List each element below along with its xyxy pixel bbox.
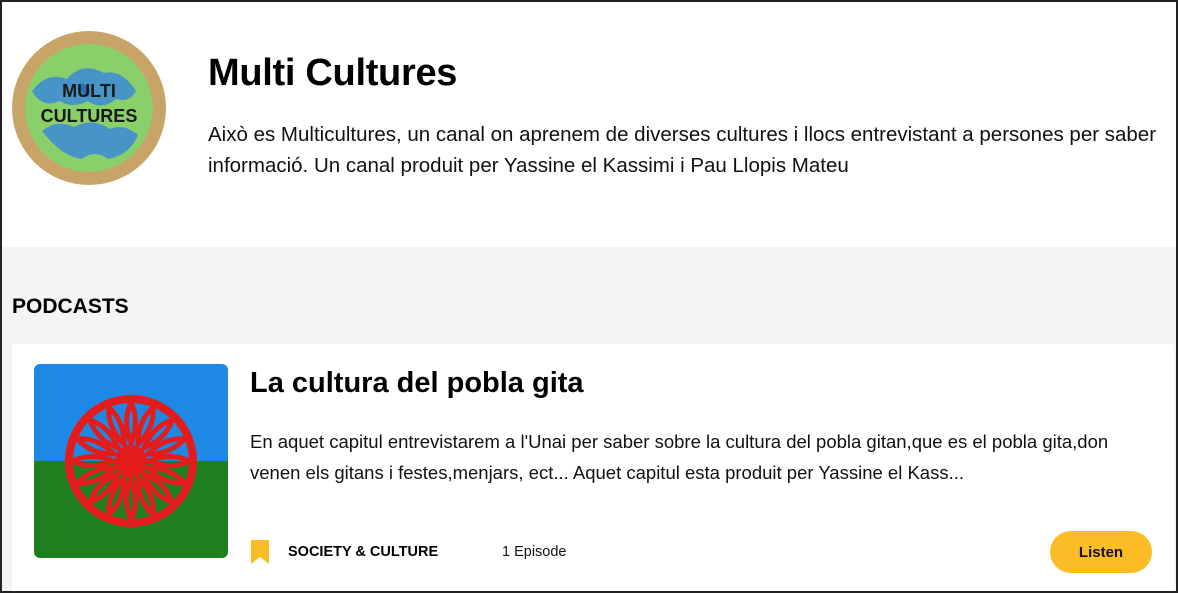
logo-text-line2: CULTURES (41, 106, 138, 126)
channel-header: MULTI CULTURES Multi Cultures Això es Mu… (2, 2, 1176, 247)
listen-button[interactable]: Listen (1050, 531, 1152, 573)
category-label[interactable]: SOCIETY & CULTURE (288, 544, 502, 560)
page-frame: MULTI CULTURES Multi Cultures Això es Mu… (0, 0, 1178, 593)
channel-title: Multi Cultures (208, 52, 458, 94)
podcast-meta: SOCIETY & CULTURE 1 Episode (250, 539, 567, 565)
podcasts-section: PODCASTS La cultura del pobla gita En aq… (2, 247, 1176, 591)
bookmark-icon (251, 540, 269, 564)
channel-logo: MULTI CULTURES (12, 31, 166, 185)
episode-count: 1 Episode (502, 544, 567, 560)
podcasts-heading: PODCASTS (12, 295, 129, 318)
channel-description: Això es Multicultures, un canal on apren… (208, 123, 1157, 177)
podcast-description: En aquet capitul entrevistarem a l'Unai … (250, 431, 1109, 483)
romani-flag-icon[interactable] (34, 364, 228, 558)
podcast-title[interactable]: La cultura del pobla gita (250, 367, 584, 400)
logo-text-line1: MULTI (62, 81, 116, 101)
podcast-card[interactable]: La cultura del pobla gita En aquet capit… (12, 344, 1174, 591)
